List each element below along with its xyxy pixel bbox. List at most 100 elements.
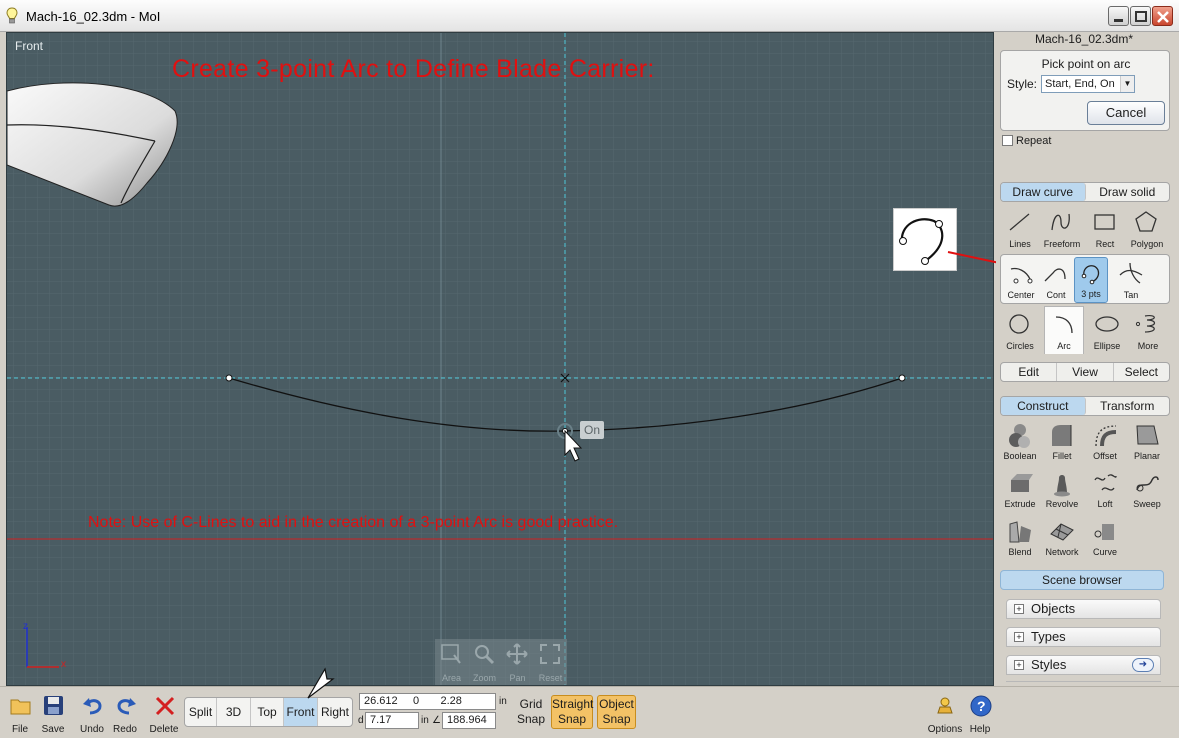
expand-icon: + bbox=[1014, 604, 1024, 614]
tab-draw-curve[interactable]: Draw curve bbox=[1001, 183, 1086, 201]
tab-edit[interactable]: Edit bbox=[1001, 363, 1058, 381]
rect-label: Rect bbox=[1095, 239, 1115, 249]
arc-end-point[interactable] bbox=[898, 374, 906, 382]
ellipse-icon bbox=[1095, 316, 1119, 332]
area-zoom-icon bbox=[441, 644, 461, 664]
arc-tangent-tool[interactable]: Tan bbox=[1111, 257, 1151, 303]
delete-button[interactable]: Delete bbox=[148, 693, 180, 737]
distance-unit: in bbox=[421, 715, 429, 726]
curve-tools: Lines Freeform Rect Polygon bbox=[1000, 204, 1170, 254]
sweep-label: Sweep bbox=[1133, 499, 1161, 509]
lines-label: Lines bbox=[1009, 239, 1031, 249]
revolve-icon bbox=[1054, 475, 1070, 497]
blend-tool[interactable]: Blend bbox=[1000, 514, 1040, 560]
straight-snap-label: Straight Snap bbox=[552, 697, 594, 726]
offset-tool[interactable]: Offset bbox=[1085, 418, 1125, 464]
distance-input[interactable]: 7.17 bbox=[365, 712, 419, 729]
repeat-option[interactable]: Repeat bbox=[1002, 135, 1051, 147]
redo-button[interactable]: Redo bbox=[109, 693, 141, 737]
planar-tool[interactable]: Planar bbox=[1127, 418, 1167, 464]
area-zoom-button[interactable]: Area bbox=[435, 639, 468, 685]
freeform-curve-icon bbox=[1051, 213, 1070, 231]
options-button[interactable]: Options bbox=[928, 693, 962, 737]
polygon-tool[interactable]: Polygon bbox=[1127, 206, 1167, 252]
minimize-button[interactable] bbox=[1108, 6, 1129, 26]
lines-tool[interactable]: Lines bbox=[1000, 206, 1040, 252]
view-split[interactable]: Split bbox=[185, 698, 217, 726]
distance-label: d bbox=[358, 715, 364, 726]
more-tool[interactable]: More bbox=[1128, 308, 1168, 354]
save-label: Save bbox=[41, 724, 65, 735]
network-icon bbox=[1050, 523, 1074, 541]
view-right[interactable]: Right bbox=[318, 698, 352, 726]
help-button[interactable]: ? Help bbox=[964, 693, 996, 737]
arc-continue-tool[interactable]: Cont bbox=[1036, 257, 1076, 303]
extrude-label: Extrude bbox=[1004, 499, 1036, 509]
grid-snap-toggle[interactable]: Grid Snap bbox=[516, 697, 546, 727]
circles-tool[interactable]: Circles bbox=[1000, 308, 1040, 354]
fillet-tool[interactable]: Fillet bbox=[1042, 418, 1082, 464]
styles-section[interactable]: + Styles ➜ bbox=[1006, 655, 1161, 675]
scene-browser-button[interactable]: Scene browser bbox=[1000, 570, 1164, 590]
arrow-right-icon[interactable]: ➜ bbox=[1132, 658, 1154, 672]
coord-x: 26.612 bbox=[364, 695, 398, 707]
more-label: More bbox=[1137, 341, 1159, 351]
freeform-tool[interactable]: Freeform bbox=[1042, 206, 1082, 252]
window-title: Mach-16_02.3dm - MoI bbox=[26, 9, 161, 24]
save-button[interactable]: Save bbox=[37, 693, 69, 737]
arc-3pts-tool[interactable]: 3 pts bbox=[1074, 257, 1108, 303]
objects-section[interactable]: + Objects bbox=[1006, 599, 1161, 619]
grid-snap-label: Grid Snap bbox=[516, 697, 546, 726]
offset-icon bbox=[1095, 425, 1117, 447]
curve-from-tool[interactable]: Curve bbox=[1085, 514, 1125, 560]
coord-z: 2.28 bbox=[440, 695, 462, 707]
z-axis-label: z bbox=[23, 621, 28, 632]
close-button[interactable] bbox=[1152, 6, 1173, 26]
object-snap-toggle[interactable]: Object Snap bbox=[597, 695, 636, 729]
tab-draw-solid[interactable]: Draw solid bbox=[1086, 183, 1170, 201]
arc-start-point[interactable] bbox=[225, 374, 233, 382]
view-nav-controls: Area Zoom Pan Reset bbox=[435, 639, 567, 685]
view-3d[interactable]: 3D bbox=[217, 698, 251, 726]
repeat-label: Repeat bbox=[1016, 135, 1052, 147]
tab-transform[interactable]: Transform bbox=[1086, 397, 1170, 415]
arc-center-icon bbox=[1010, 267, 1033, 284]
freeform-label: Freeform bbox=[1043, 239, 1081, 249]
types-section[interactable]: + Types bbox=[1006, 627, 1161, 647]
front-viewport[interactable]: Front Create 3-point Arc to Define Blade… bbox=[6, 32, 994, 686]
ellipse-tool[interactable]: Ellipse bbox=[1087, 308, 1127, 354]
rect-tool[interactable]: Rect bbox=[1085, 206, 1125, 252]
cancel-button[interactable]: Cancel bbox=[1087, 101, 1165, 125]
revolve-tool[interactable]: Revolve bbox=[1042, 466, 1082, 512]
extrude-tool[interactable]: Extrude bbox=[1000, 466, 1040, 512]
tab-construct[interactable]: Construct bbox=[1001, 397, 1086, 415]
annotation-note: Note: Use of C-Lines to aid in the creat… bbox=[88, 514, 619, 531]
arc-style-select[interactable]: Start, End, On ▼ bbox=[1041, 75, 1135, 93]
tab-view[interactable]: View bbox=[1057, 363, 1114, 381]
pan-button[interactable]: Pan bbox=[501, 639, 534, 685]
fillet-label: Fillet bbox=[1052, 451, 1072, 461]
arc-tool[interactable]: Arc bbox=[1044, 306, 1084, 354]
viewport-label[interactable]: Front bbox=[15, 39, 43, 53]
network-tool[interactable]: Network bbox=[1042, 514, 1082, 560]
coordinate-xyz-input[interactable]: 26.612 0 2.28 bbox=[359, 693, 496, 710]
reset-label: Reset bbox=[538, 673, 563, 683]
view-front[interactable]: Front bbox=[284, 698, 318, 726]
boolean-tool[interactable]: Boolean bbox=[1000, 418, 1040, 464]
arc-tools: Center Cont 3 pts Tan bbox=[1000, 254, 1170, 304]
straight-snap-toggle[interactable]: Straight Snap bbox=[551, 695, 593, 729]
maximize-button[interactable] bbox=[1130, 6, 1151, 26]
sweep-icon bbox=[1136, 476, 1159, 492]
fillet-icon bbox=[1052, 425, 1072, 446]
tab-select[interactable]: Select bbox=[1114, 363, 1169, 381]
repeat-checkbox[interactable] bbox=[1002, 135, 1013, 146]
close-icon bbox=[1157, 11, 1169, 23]
sweep-tool[interactable]: Sweep bbox=[1127, 466, 1167, 512]
reset-view-button[interactable]: Reset bbox=[534, 639, 567, 685]
loft-tool[interactable]: Loft bbox=[1085, 466, 1125, 512]
zoom-button[interactable]: Zoom bbox=[468, 639, 501, 685]
angle-input[interactable]: 188.964 bbox=[442, 712, 496, 729]
pointer-cursor-icon bbox=[307, 667, 335, 699]
redo-label: Redo bbox=[113, 724, 137, 735]
view-top[interactable]: Top bbox=[251, 698, 284, 726]
